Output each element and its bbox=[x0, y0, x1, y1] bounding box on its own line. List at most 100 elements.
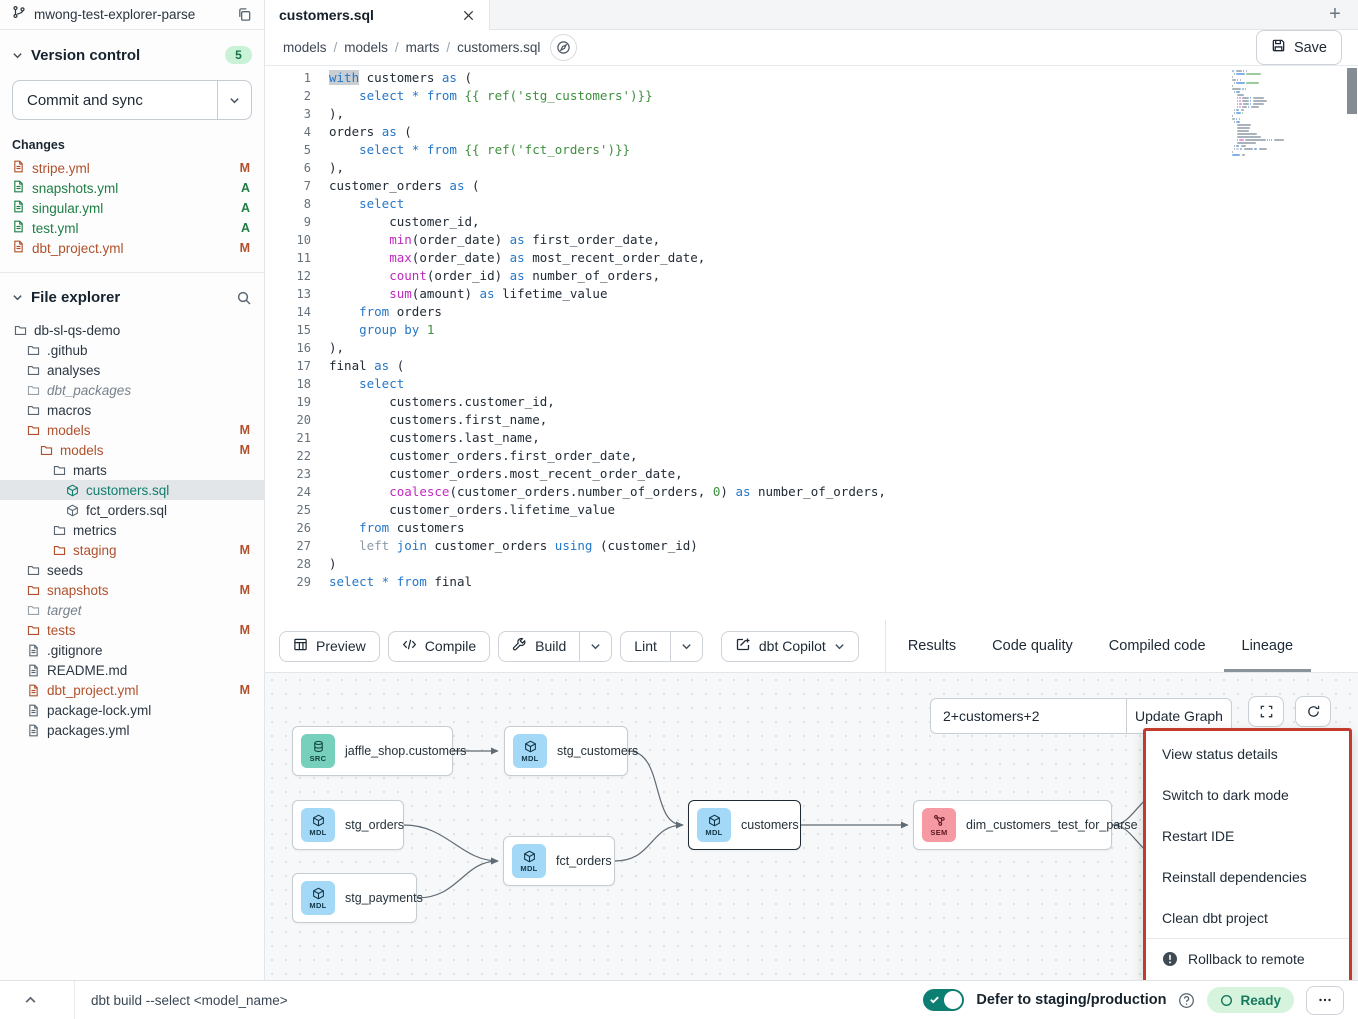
code-line[interactable]: 14 from orders bbox=[265, 303, 1358, 321]
code-line[interactable]: 22 customer_orders.first_order_date, bbox=[265, 447, 1358, 465]
build-options-chevron[interactable] bbox=[579, 632, 611, 661]
build-button[interactable]: Build bbox=[499, 632, 579, 661]
tree-item-db-sl-qs-demo[interactable]: db-sl-qs-demo bbox=[0, 320, 264, 340]
tree-item-package-lock-yml[interactable]: package-lock.yml bbox=[0, 700, 264, 720]
commit-and-sync-button[interactable]: Commit and sync bbox=[13, 81, 217, 119]
collapse-panel-icon[interactable] bbox=[0, 981, 74, 1019]
preview-button[interactable]: Preview bbox=[279, 631, 380, 662]
chevron-down-icon[interactable] bbox=[12, 50, 23, 61]
tree-item-staging[interactable]: stagingM bbox=[0, 540, 264, 560]
lineage-search-input[interactable] bbox=[930, 698, 1126, 734]
change-row[interactable]: snapshots.ymlA bbox=[0, 178, 264, 198]
copy-branch-icon[interactable] bbox=[237, 7, 252, 22]
code-editor[interactable]: 1with customers as (2 select * from {{ r… bbox=[265, 66, 1358, 620]
close-tab-icon[interactable] bbox=[462, 9, 475, 22]
menu-item-switch-to-dark-mode[interactable]: Switch to dark mode bbox=[1146, 774, 1349, 815]
lineage-node-fct_orders[interactable]: MDLfct_orders bbox=[503, 836, 615, 886]
tree-item-dbt-project-yml[interactable]: dbt_project.ymlM bbox=[0, 680, 264, 700]
tree-item-macros[interactable]: macros bbox=[0, 400, 264, 420]
compile-button[interactable]: Compile bbox=[388, 631, 490, 662]
tree-item-customers-sql[interactable]: customers.sql bbox=[0, 480, 264, 500]
tree-item-packages-yml[interactable]: packages.yml bbox=[0, 720, 264, 740]
lineage-node-jaffle_shop-customers[interactable]: SRCjaffle_shop.customers bbox=[292, 726, 453, 776]
editor-scrollbar-thumb[interactable] bbox=[1347, 68, 1357, 114]
new-tab-button[interactable]: + bbox=[1312, 0, 1358, 29]
refresh-icon[interactable] bbox=[1295, 696, 1331, 727]
code-line[interactable]: 5 select * from {{ ref('fct_orders')}} bbox=[265, 141, 1358, 159]
code-line[interactable]: 25 customer_orders.lifetime_value bbox=[265, 501, 1358, 519]
tree-item--github[interactable]: .github bbox=[0, 340, 264, 360]
code-line[interactable]: 21 customers.last_name, bbox=[265, 429, 1358, 447]
menu-item-view-status-details[interactable]: View status details bbox=[1146, 733, 1349, 774]
breadcrumb-item[interactable]: models bbox=[283, 40, 327, 55]
lint-button[interactable]: Lint bbox=[621, 632, 670, 661]
lint-options-chevron[interactable] bbox=[670, 632, 702, 661]
code-line[interactable]: 7customer_orders as ( bbox=[265, 177, 1358, 195]
search-icon[interactable] bbox=[236, 290, 252, 306]
lineage-node-stg_customers[interactable]: MDLstg_customers bbox=[504, 726, 628, 776]
code-line[interactable]: 6), bbox=[265, 159, 1358, 177]
lineage-node-customers[interactable]: MDLcustomers bbox=[688, 800, 801, 850]
code-line[interactable]: 27 left join customer_orders using (cust… bbox=[265, 537, 1358, 555]
lineage-node-stg_orders[interactable]: MDLstg_orders bbox=[292, 800, 404, 850]
tree-item--gitignore[interactable]: .gitignore bbox=[0, 640, 264, 660]
code-line[interactable]: 16), bbox=[265, 339, 1358, 357]
menu-item-clean-dbt-project[interactable]: Clean dbt project bbox=[1146, 897, 1349, 938]
code-line[interactable]: 17final as ( bbox=[265, 357, 1358, 375]
tree-item-dbt-packages[interactable]: dbt_packages bbox=[0, 380, 264, 400]
fullscreen-icon[interactable] bbox=[1248, 696, 1284, 727]
tree-item-analyses[interactable]: analyses bbox=[0, 360, 264, 380]
tree-item-seeds[interactable]: seeds bbox=[0, 560, 264, 580]
code-line[interactable]: 4orders as ( bbox=[265, 123, 1358, 141]
breadcrumb-item[interactable]: models bbox=[344, 40, 388, 55]
code-line[interactable]: 28) bbox=[265, 555, 1358, 573]
code-line[interactable]: 24 coalesce(customer_orders.number_of_or… bbox=[265, 483, 1358, 501]
tree-item-marts[interactable]: marts bbox=[0, 460, 264, 480]
code-line[interactable]: 19 customers.customer_id, bbox=[265, 393, 1358, 411]
tree-item-tests[interactable]: testsM bbox=[0, 620, 264, 640]
tree-item-fct-orders-sql[interactable]: fct_orders.sql bbox=[0, 500, 264, 520]
code-line[interactable]: 3), bbox=[265, 105, 1358, 123]
menu-item-restart-ide[interactable]: Restart IDE bbox=[1146, 815, 1349, 856]
lineage-node-dim_customers_test_for_parse[interactable]: SEMdim_customers_test_for_parse bbox=[913, 800, 1112, 850]
tab-results[interactable]: Results bbox=[890, 620, 974, 672]
help-icon[interactable] bbox=[1178, 992, 1195, 1009]
tree-item-models[interactable]: modelsM bbox=[0, 420, 264, 440]
code-line[interactable]: 1with customers as ( bbox=[265, 69, 1358, 87]
code-line[interactable]: 15 group by 1 bbox=[265, 321, 1358, 339]
tree-item-models[interactable]: modelsM bbox=[0, 440, 264, 460]
code-line[interactable]: 23 customer_orders.most_recent_order_dat… bbox=[265, 465, 1358, 483]
code-line[interactable]: 20 customers.first_name, bbox=[265, 411, 1358, 429]
tree-item-readme-md[interactable]: README.md bbox=[0, 660, 264, 680]
code-line[interactable]: 9 customer_id, bbox=[265, 213, 1358, 231]
tree-item-metrics[interactable]: metrics bbox=[0, 520, 264, 540]
menu-item-reinstall-dependencies[interactable]: Reinstall dependencies bbox=[1146, 856, 1349, 897]
code-line[interactable]: 2 select * from {{ ref('stg_customers')}… bbox=[265, 87, 1358, 105]
tab-code-quality[interactable]: Code quality bbox=[974, 620, 1091, 672]
more-options-button[interactable] bbox=[1306, 986, 1344, 1015]
code-line[interactable]: 10 min(order_date) as first_order_date, bbox=[265, 231, 1358, 249]
tab-lineage[interactable]: Lineage bbox=[1224, 620, 1312, 672]
menu-item-rollback-to-remote[interactable]: Rollback to remote bbox=[1146, 938, 1349, 979]
code-line[interactable]: 13 sum(amount) as lifetime_value bbox=[265, 285, 1358, 303]
commit-options-chevron[interactable] bbox=[217, 81, 251, 119]
code-line[interactable]: 29select * from final bbox=[265, 573, 1358, 591]
breadcrumb-item[interactable]: customers.sql bbox=[457, 40, 540, 55]
open-lineage-icon[interactable] bbox=[550, 34, 577, 61]
code-line[interactable]: 12 count(order_id) as number_of_orders, bbox=[265, 267, 1358, 285]
breadcrumb-item[interactable]: marts bbox=[406, 40, 440, 55]
code-line[interactable]: 11 max(order_date) as most_recent_order_… bbox=[265, 249, 1358, 267]
save-button[interactable]: Save bbox=[1256, 30, 1342, 65]
dbt-copilot-button[interactable]: dbt Copilot bbox=[721, 631, 859, 662]
code-line[interactable]: 26 from customers bbox=[265, 519, 1358, 537]
chevron-down-icon[interactable] bbox=[12, 292, 23, 303]
defer-toggle[interactable] bbox=[923, 989, 964, 1011]
change-row[interactable]: stripe.ymlM bbox=[0, 158, 264, 178]
lineage-node-stg_payments[interactable]: MDLstg_payments bbox=[292, 873, 417, 923]
tab-compiled-code[interactable]: Compiled code bbox=[1091, 620, 1224, 672]
tab-customers-sql[interactable]: customers.sql bbox=[265, 0, 490, 30]
minimap[interactable] bbox=[1232, 70, 1292, 157]
change-row[interactable]: singular.ymlA bbox=[0, 198, 264, 218]
change-row[interactable]: test.ymlA bbox=[0, 218, 264, 238]
code-line[interactable]: 18 select bbox=[265, 375, 1358, 393]
